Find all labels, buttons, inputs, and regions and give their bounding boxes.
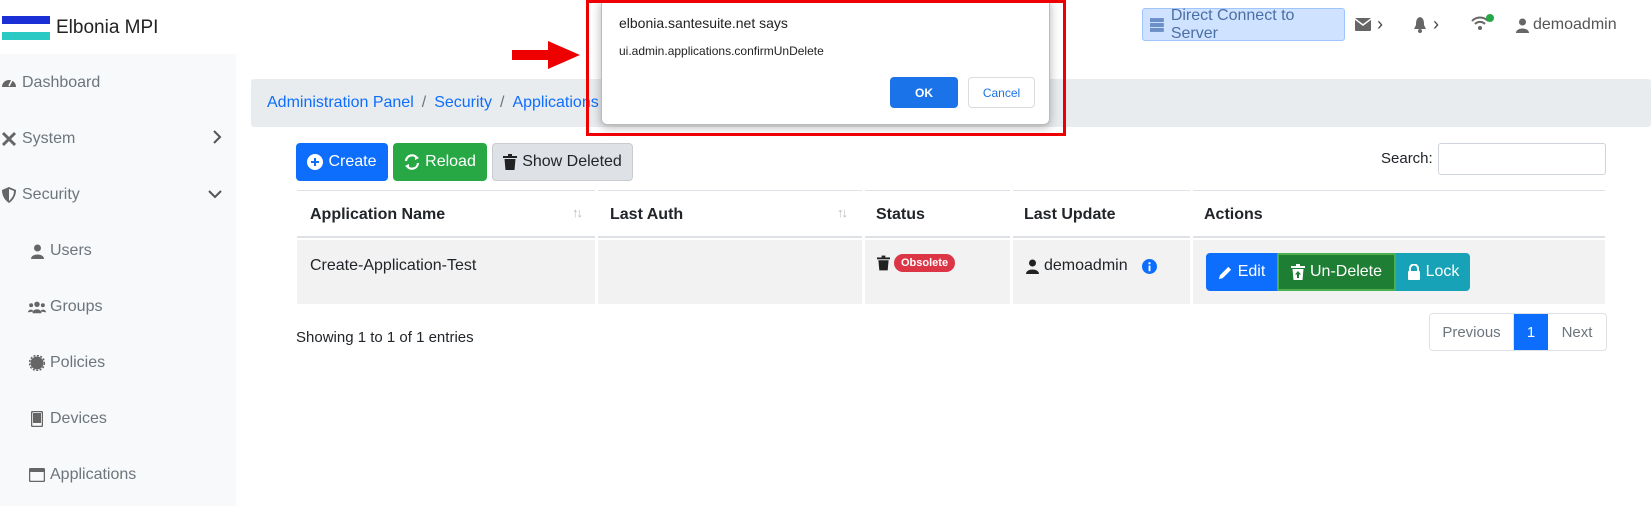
lock-label: Lock xyxy=(1425,263,1460,280)
direct-connect-button[interactable]: Direct Connect to Server xyxy=(1142,6,1345,42)
sidebar-item-applications[interactable]: Applications xyxy=(0,455,236,495)
envelope-icon xyxy=(1355,18,1371,31)
show-deleted-label: Show Deleted xyxy=(522,153,622,170)
user-icon xyxy=(28,242,46,260)
chevron-right-icon xyxy=(212,129,222,149)
plus-circle-icon xyxy=(307,154,324,170)
trash-restore-icon xyxy=(1290,264,1305,280)
breadcrumb: Administration Panel / Security / Applic… xyxy=(267,94,599,112)
previous-page-button[interactable]: Previous xyxy=(1430,314,1514,350)
table-header: Application Name ↑↓ Last Auth ↑↓ Status … xyxy=(297,190,1605,238)
user-menu[interactable]: demoadmin xyxy=(1516,16,1617,34)
breadcrumb-item-admin[interactable]: Administration Panel xyxy=(267,94,414,112)
dashboard-icon xyxy=(0,74,18,92)
sidebar-item-groups[interactable]: Groups xyxy=(0,287,236,327)
sidebar-item-label: System xyxy=(22,130,76,147)
edit-label: Edit xyxy=(1237,263,1266,280)
search-label: Search: xyxy=(1381,150,1433,167)
window-icon xyxy=(28,466,46,484)
sync-icon xyxy=(404,154,420,170)
chevron-down-icon xyxy=(208,186,222,204)
breadcrumb-separator: / xyxy=(421,94,427,111)
reload-label: Reload xyxy=(425,153,476,170)
sidebar-item-security[interactable]: Security xyxy=(0,175,236,215)
column-header-status: Status xyxy=(876,206,925,223)
create-label: Create xyxy=(328,153,377,170)
sort-icon[interactable]: ↑↓ xyxy=(837,205,848,220)
chevron-right-icon: › xyxy=(1433,14,1439,34)
next-page-button[interactable]: Next xyxy=(1548,314,1606,350)
last-update-user: demoadmin xyxy=(1044,257,1128,274)
cell-application-name: Create-Application-Test xyxy=(310,257,477,274)
column-divider xyxy=(595,190,598,304)
info-icon[interactable] xyxy=(1141,258,1157,274)
bell-icon xyxy=(1414,16,1426,33)
highlight-box xyxy=(586,0,1066,136)
column-divider xyxy=(1190,190,1193,304)
reload-button[interactable]: Reload xyxy=(393,143,487,181)
cell-last-update: demoadmin xyxy=(1026,257,1157,275)
create-button[interactable]: Create xyxy=(296,143,388,181)
column-divider xyxy=(862,190,865,304)
sidebar-item-label: Devices xyxy=(50,410,107,427)
status-badge: Obsolete xyxy=(894,254,956,272)
column-header-last-update: Last Update xyxy=(1024,206,1116,223)
lock-icon xyxy=(1407,264,1421,280)
column-header-last-auth[interactable]: Last Auth xyxy=(610,206,683,224)
table-info: Showing 1 to 1 of 1 entries xyxy=(296,329,474,346)
brand[interactable]: Elbonia MPI xyxy=(2,16,158,40)
chevron-right-icon: › xyxy=(1377,14,1383,34)
pencil-icon xyxy=(1218,265,1233,280)
column-header-actions: Actions xyxy=(1204,206,1263,223)
sidebar-item-dashboard[interactable]: Dashboard xyxy=(0,63,236,103)
column-divider xyxy=(1010,190,1013,304)
lock-button[interactable]: Lock xyxy=(1396,253,1470,291)
users-icon xyxy=(28,298,46,316)
sidebar-item-label: Dashboard xyxy=(22,74,101,91)
sidebar-item-label: Groups xyxy=(50,298,103,315)
flag-logo xyxy=(2,16,50,40)
wifi-icon xyxy=(1471,14,1494,30)
sort-icon[interactable]: ↑↓ xyxy=(572,205,583,220)
tools-icon xyxy=(0,130,18,148)
undelete-label: Un-Delete xyxy=(1309,263,1383,280)
sidebar-item-label: Security xyxy=(22,186,80,203)
sidebar-item-policies[interactable]: Policies xyxy=(0,343,236,383)
sidebar-item-users[interactable]: Users xyxy=(0,231,236,271)
search-input[interactable] xyxy=(1438,143,1606,175)
breadcrumb-separator: / xyxy=(500,94,505,111)
sidebar-item-devices[interactable]: Devices xyxy=(0,399,236,439)
cell-status: Obsolete xyxy=(877,254,956,272)
sidebar-item-label: Policies xyxy=(50,354,106,371)
tablet-icon xyxy=(28,410,46,428)
page-1-button[interactable]: 1 xyxy=(1514,314,1548,350)
user-icon xyxy=(1026,259,1039,274)
messages-menu[interactable]: › xyxy=(1355,14,1383,35)
sidebar-item-label: Users xyxy=(50,242,92,259)
trash-icon xyxy=(877,255,890,271)
breadcrumb-item-security[interactable]: Security xyxy=(434,94,492,112)
notifications-menu[interactable]: › xyxy=(1413,14,1439,35)
pagination: Previous 1 Next xyxy=(1429,313,1607,351)
brand-name: Elbonia MPI xyxy=(56,17,159,38)
certificate-icon xyxy=(28,354,46,372)
sidebar-item-system[interactable]: System xyxy=(0,119,236,159)
username: demoadmin xyxy=(1533,16,1617,33)
edit-button[interactable]: Edit xyxy=(1206,253,1277,291)
sidebar-item-label: Applications xyxy=(50,466,137,483)
direct-connect-label: Direct Connect to Server xyxy=(1170,6,1295,42)
undelete-button[interactable]: Un-Delete xyxy=(1277,253,1396,291)
server-icon xyxy=(1149,17,1164,32)
pointer-arrow-icon xyxy=(512,41,580,69)
connection-status[interactable] xyxy=(1470,14,1494,32)
trash-icon xyxy=(503,154,518,170)
column-header-application-name[interactable]: Application Name xyxy=(310,206,445,224)
show-deleted-button[interactable]: Show Deleted xyxy=(492,143,633,181)
user-icon xyxy=(1516,18,1529,33)
shield-icon xyxy=(0,186,18,204)
